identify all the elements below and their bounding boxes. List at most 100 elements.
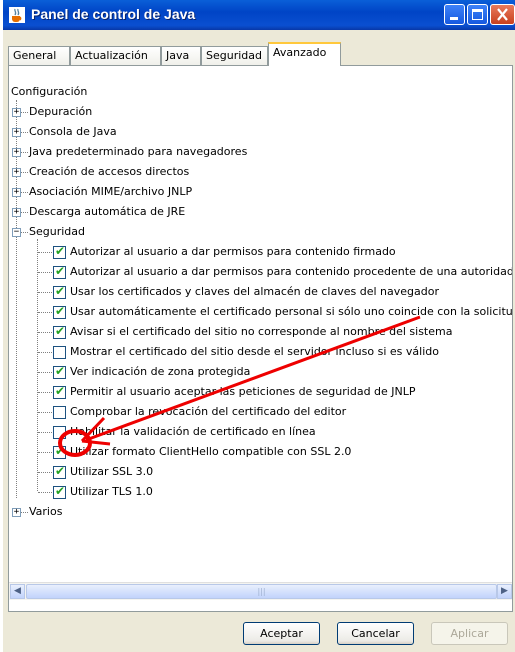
checkbox[interactable]: ✔ bbox=[53, 284, 66, 299]
setting-row[interactable]: Comprobar la revocación del certificado … bbox=[9, 403, 512, 421]
setting-label: Mostrar el certificado del sitio desde e… bbox=[70, 345, 439, 358]
tree-group-label: Consola de Java bbox=[29, 125, 117, 138]
setting-row[interactable]: ✔ Permitir al usuario aceptar las peticio… bbox=[9, 383, 512, 401]
accept-button[interactable]: Aceptar bbox=[243, 622, 320, 645]
minimize-icon bbox=[450, 17, 458, 20]
settings-tree[interactable]: Configuración + Depuración + Consola de Jav… bbox=[9, 66, 512, 582]
tab-actualizacion[interactable]: Actualización bbox=[70, 46, 161, 65]
tab-general[interactable]: General bbox=[8, 46, 70, 65]
checkbox[interactable]: ✔ bbox=[53, 304, 66, 319]
tree-connector bbox=[21, 172, 28, 173]
advanced-settings-panel: Configuración + Depuración + Consola de Jav… bbox=[8, 65, 513, 612]
setting-row[interactable]: Habilitar la validación de certificado e… bbox=[9, 423, 512, 441]
tree-group-label: Seguridad bbox=[29, 225, 85, 238]
scroll-thumb[interactable]: ||| bbox=[26, 584, 497, 599]
tree-connector bbox=[38, 492, 52, 493]
maximize-button[interactable] bbox=[467, 4, 488, 25]
tree-connector bbox=[21, 212, 28, 213]
tree-connector bbox=[38, 252, 52, 253]
tree-connector bbox=[21, 152, 28, 153]
setting-label: Usar los certificados y claves del almac… bbox=[70, 285, 439, 298]
setting-label: Usar automáticamente el certificado pers… bbox=[70, 305, 512, 318]
checkbox[interactable]: ✔ bbox=[53, 264, 66, 279]
tree-group[interactable]: + Java predeterminado para navegadores bbox=[9, 143, 512, 161]
apply-button[interactable]: Aplicar bbox=[431, 622, 508, 645]
tab-seguridad[interactable]: Seguridad bbox=[201, 46, 268, 65]
tree-group[interactable]: + Varios bbox=[9, 503, 512, 521]
title-bar[interactable]: Panel de control de Java bbox=[3, 0, 515, 30]
setting-row[interactable]: ✔ Autorizar al usuario a dar permisos par… bbox=[9, 263, 512, 281]
expand-icon[interactable]: + bbox=[12, 508, 21, 517]
tree-group[interactable]: + Consola de Java bbox=[9, 123, 512, 141]
setting-row[interactable]: ✔ Utilizar TLS 1.0 bbox=[9, 483, 512, 501]
setting-label: Utilizar SSL 3.0 bbox=[70, 465, 154, 478]
checkmark-icon: ✔ bbox=[55, 304, 66, 318]
checkbox[interactable] bbox=[53, 406, 66, 419]
setting-row[interactable]: ✔ Ver indicación de zona protegida bbox=[9, 363, 512, 381]
tree-group-label: Descarga automática de JRE bbox=[29, 205, 186, 218]
setting-row[interactable]: ✔ Usar los certificados y claves del alma… bbox=[9, 283, 512, 301]
minimize-button[interactable] bbox=[444, 4, 465, 25]
checkmark-icon: ✔ bbox=[55, 324, 66, 338]
tree-connector bbox=[38, 272, 52, 273]
expand-icon[interactable]: + bbox=[12, 128, 21, 137]
checkmark-icon: ✔ bbox=[55, 444, 66, 458]
checkbox[interactable]: ✔ bbox=[53, 484, 66, 499]
collapse-icon[interactable]: − bbox=[12, 228, 21, 237]
setting-row[interactable]: Mostrar el certificado del sitio desde e… bbox=[9, 343, 512, 361]
setting-label: Utilizar formato ClientHello compatible … bbox=[70, 445, 352, 458]
tree-group[interactable]: + Descarga automática de JRE bbox=[9, 203, 512, 221]
setting-row[interactable]: ✔ Avisar si el certificado del sitio no c… bbox=[9, 323, 512, 341]
tree-connector bbox=[21, 112, 28, 113]
tree-connector bbox=[21, 132, 28, 133]
setting-row[interactable]: ✔ Usar automáticamente el certificado per… bbox=[9, 303, 512, 321]
maximize-icon bbox=[472, 9, 483, 20]
close-icon bbox=[497, 8, 508, 21]
setting-row[interactable]: ✔ Utilizar formato ClientHello compatible… bbox=[9, 443, 512, 461]
scroll-left-button[interactable]: ◀ bbox=[10, 584, 25, 599]
tree-group-label: Varios bbox=[29, 505, 63, 518]
expand-icon[interactable]: + bbox=[12, 208, 21, 217]
checkbox[interactable] bbox=[53, 426, 66, 439]
tab-avanzado[interactable]: Avanzado bbox=[268, 42, 341, 66]
expand-icon[interactable]: + bbox=[12, 148, 21, 157]
tree-group[interactable]: + Creación de accesos directos bbox=[9, 163, 512, 181]
tree-root: Configuración bbox=[11, 85, 88, 98]
tree-group-label: Asociación MIME/archivo JNLP bbox=[29, 185, 193, 198]
tree-group[interactable]: − Seguridad bbox=[9, 223, 512, 241]
tree-connector bbox=[38, 312, 52, 313]
checkbox[interactable]: ✔ bbox=[53, 444, 66, 459]
tree-connector bbox=[21, 192, 28, 193]
tab-java[interactable]: Java bbox=[161, 46, 201, 65]
cancel-button[interactable]: Cancelar bbox=[337, 622, 414, 645]
tree-connector bbox=[38, 372, 52, 373]
checkbox[interactable]: ✔ bbox=[53, 384, 66, 399]
expand-icon[interactable]: + bbox=[12, 168, 21, 177]
checkbox[interactable]: ✔ bbox=[53, 464, 66, 479]
checkbox[interactable]: ✔ bbox=[53, 364, 66, 379]
setting-label: Autorizar al usuario a dar permisos para… bbox=[70, 265, 512, 278]
tree-connector bbox=[21, 232, 28, 233]
horizontal-scrollbar[interactable]: ◀ ||| ▶ bbox=[9, 582, 512, 600]
tree-connector bbox=[38, 472, 52, 473]
scroll-right-button[interactable]: ▶ bbox=[497, 584, 512, 599]
tree-connector bbox=[38, 412, 52, 413]
tree-group[interactable]: + Asociación MIME/archivo JNLP bbox=[9, 183, 512, 201]
expand-icon[interactable]: + bbox=[12, 188, 21, 197]
tree-group-label: Creación de accesos directos bbox=[29, 165, 190, 178]
checkbox[interactable]: ✔ bbox=[53, 244, 66, 259]
tree-group-label: Depuración bbox=[29, 105, 93, 118]
checkmark-icon: ✔ bbox=[55, 364, 66, 378]
tree-connector bbox=[38, 392, 52, 393]
checkmark-icon: ✔ bbox=[55, 484, 66, 498]
tree-group[interactable]: + Depuración bbox=[9, 103, 512, 121]
expand-icon[interactable]: + bbox=[12, 108, 21, 117]
checkmark-icon: ✔ bbox=[55, 464, 66, 478]
setting-row[interactable]: ✔ Utilizar SSL 3.0 bbox=[9, 463, 512, 481]
checkbox[interactable]: ✔ bbox=[53, 324, 66, 339]
tree-group-label: Java predeterminado para navegadores bbox=[29, 145, 248, 158]
tree-connector bbox=[38, 452, 52, 453]
checkbox[interactable] bbox=[53, 346, 66, 359]
close-button[interactable] bbox=[490, 4, 515, 25]
setting-row[interactable]: ✔ Autorizar al usuario a dar permisos par… bbox=[9, 243, 512, 261]
